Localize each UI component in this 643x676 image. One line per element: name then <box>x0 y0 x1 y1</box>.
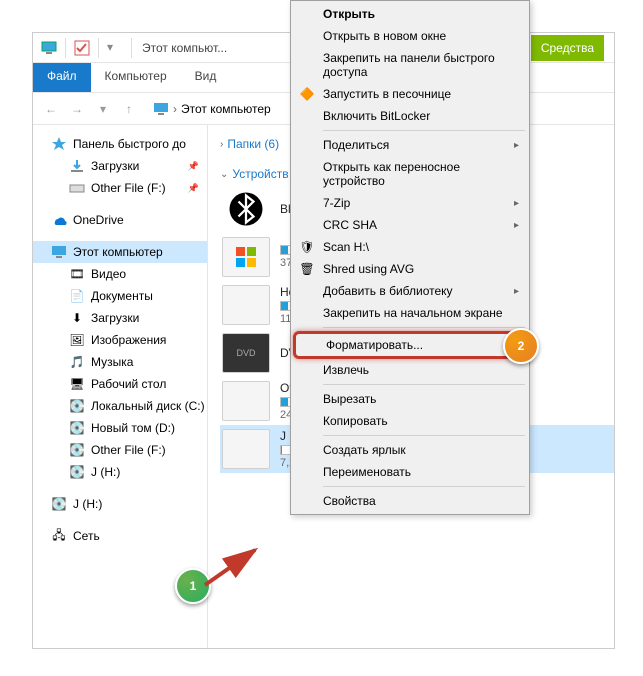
scan-icon: 🛡 <box>299 239 315 255</box>
menu-pin-start[interactable]: Закрепить на начальном экране <box>293 302 527 324</box>
sidebar-onedrive[interactable]: OneDrive <box>33 209 207 231</box>
bluetooth-icon <box>222 189 270 229</box>
drive-icon <box>69 180 85 196</box>
ribbon-tools-label[interactable]: Средства <box>531 35 604 61</box>
sidebar-item-drive-d[interactable]: 💽Новый том (D:) <box>33 417 207 439</box>
menu-eject[interactable]: Извлечь <box>293 359 527 381</box>
menu-open-new-window[interactable]: Открыть в новом окне <box>293 25 527 47</box>
sidebar-j-drive[interactable]: 💽J (H:) <box>33 493 207 515</box>
submenu-arrow-icon: ▸ <box>514 198 519 209</box>
picture-icon: 🖼 <box>69 332 85 348</box>
drive-icon: 💽 <box>69 464 85 480</box>
sidebar-item-desktop[interactable]: 🖥Рабочий стол <box>33 373 207 395</box>
chevron-down-icon: ⌄ <box>220 169 228 180</box>
desktop-icon: 🖥 <box>69 376 85 392</box>
menu-share[interactable]: Поделиться▸ <box>293 134 527 156</box>
dropdown-icon[interactable]: ▾ <box>107 40 123 56</box>
separator <box>98 38 99 58</box>
pin-icon: 📌 <box>188 161 199 172</box>
network-icon: 🖧 <box>51 528 67 544</box>
annotation-badge-1: 1 <box>175 568 211 604</box>
menu-cut[interactable]: Вырезать <box>293 388 527 410</box>
sidebar-item-drive-c[interactable]: 💽Локальный диск (C:) <box>33 395 207 417</box>
nav-back-button[interactable]: ← <box>41 99 61 119</box>
menu-separator <box>323 435 525 436</box>
menu-copy[interactable]: Копировать <box>293 410 527 432</box>
submenu-arrow-icon: ▸ <box>514 140 519 151</box>
menu-separator <box>323 384 525 385</box>
pc-icon <box>153 101 169 117</box>
sidebar: Панель быстрого до Загрузки 📌 Other File… <box>33 125 208 648</box>
sidebar-item-documents[interactable]: 📄Документы <box>33 285 207 307</box>
menu-shred[interactable]: 🗑Shred using AVG <box>293 258 527 280</box>
drive-icon <box>222 285 270 325</box>
menu-properties[interactable]: Свойства <box>293 490 527 512</box>
dvd-icon: DVD <box>222 333 270 373</box>
menu-crc-sha[interactable]: CRC SHA▸ <box>293 214 527 236</box>
window-title: Этот компьют... <box>142 41 227 55</box>
menu-format[interactable]: Форматировать... <box>293 331 527 359</box>
drive-icon <box>222 381 270 421</box>
pin-icon: 📌 <box>188 183 199 194</box>
tab-view[interactable]: Вид <box>181 63 231 92</box>
sidebar-item-drive-h[interactable]: 💽J (H:) <box>33 461 207 483</box>
menu-scan[interactable]: 🛡Scan H:\ <box>293 236 527 258</box>
sidebar-item-music[interactable]: 🎵Музыка <box>33 351 207 373</box>
sidebar-item-videos[interactable]: 🎞Видео <box>33 263 207 285</box>
sidebar-item-drive-f[interactable]: 💽Other File (F:) <box>33 439 207 461</box>
menu-run-sandbox[interactable]: 🔶Запустить в песочнице <box>293 83 527 105</box>
menu-separator <box>323 130 525 131</box>
sidebar-network[interactable]: 🖧Сеть <box>33 525 207 547</box>
sidebar-item-other-file[interactable]: Other File (F:) 📌 <box>33 177 207 199</box>
context-menu: Открыть Открыть в новом окне Закрепить н… <box>290 0 530 515</box>
drive-icon: 💽 <box>69 398 85 414</box>
drive-icon: 💽 <box>69 420 85 436</box>
menu-rename[interactable]: Переименовать <box>293 461 527 483</box>
separator <box>131 38 132 58</box>
sidebar-this-pc[interactable]: Этот компьютер <box>33 241 207 263</box>
pc-icon <box>41 40 57 56</box>
tab-computer[interactable]: Компьютер <box>91 63 181 92</box>
nav-recent-dropdown[interactable]: ▾ <box>93 99 113 119</box>
drive-icon <box>222 237 270 277</box>
separator <box>65 38 66 58</box>
onedrive-icon <box>51 212 67 228</box>
pc-icon <box>51 244 67 260</box>
drive-icon <box>222 429 270 469</box>
download-icon <box>69 158 85 174</box>
sidebar-item-downloads[interactable]: Загрузки 📌 <box>33 155 207 177</box>
document-icon: 📄 <box>69 288 85 304</box>
drive-icon: 💽 <box>69 442 85 458</box>
annotation-badge-2: 2 <box>503 328 539 364</box>
shred-icon: 🗑 <box>299 261 315 277</box>
nav-forward-button[interactable]: → <box>67 99 87 119</box>
menu-separator <box>323 486 525 487</box>
tab-file[interactable]: Файл <box>33 63 91 92</box>
chevron-right-icon: › <box>220 139 223 150</box>
sidebar-item-downloads2[interactable]: ⬇Загрузки <box>33 307 207 329</box>
submenu-arrow-icon: ▸ <box>514 286 519 297</box>
music-icon: 🎵 <box>69 354 85 370</box>
breadcrumb-location[interactable]: Этот компьютер <box>181 102 271 116</box>
breadcrumb[interactable]: › Этот компьютер <box>153 101 271 117</box>
submenu-arrow-icon: ▸ <box>514 220 519 231</box>
nav-up-button[interactable]: ↑ <box>119 99 139 119</box>
star-icon <box>51 136 67 152</box>
menu-7zip[interactable]: 7-Zip▸ <box>293 192 527 214</box>
download-icon: ⬇ <box>69 310 85 326</box>
checkbox-icon[interactable] <box>74 40 90 56</box>
menu-bitlocker[interactable]: Включить BitLocker <box>293 105 527 127</box>
sidebar-quick-access[interactable]: Панель быстрого до <box>33 133 207 155</box>
sandbox-icon: 🔶 <box>299 86 315 102</box>
drive-icon: 💽 <box>51 496 67 512</box>
menu-add-library[interactable]: Добавить в библиотеку▸ <box>293 280 527 302</box>
sidebar-item-pictures[interactable]: 🖼Изображения <box>33 329 207 351</box>
menu-create-shortcut[interactable]: Создать ярлык <box>293 439 527 461</box>
video-icon: 🎞 <box>69 266 85 282</box>
menu-pin-quick-access[interactable]: Закрепить на панели быстрого доступа <box>293 47 527 83</box>
menu-open[interactable]: Открыть <box>293 3 527 25</box>
menu-separator <box>323 327 525 328</box>
menu-open-portable[interactable]: Открыть как переносное устройство <box>293 156 527 192</box>
